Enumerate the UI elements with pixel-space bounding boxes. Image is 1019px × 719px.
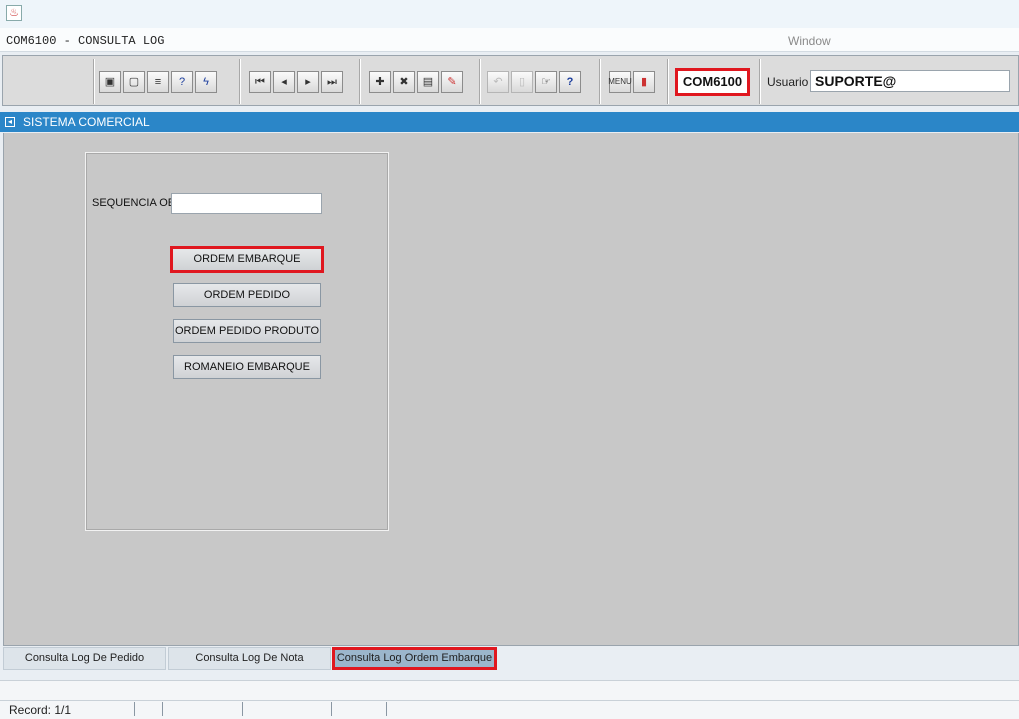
print-icon[interactable]: ≡	[147, 71, 169, 93]
edit-icon[interactable]: ✎	[441, 71, 463, 93]
save-icon[interactable]: ▣	[99, 71, 121, 93]
ordem-pedido-produto-button[interactable]: ORDEM PEDIDO PRODUTO	[173, 319, 321, 343]
window-menu-icon[interactable]: ◂	[5, 117, 15, 127]
toolbar-separator	[479, 59, 481, 104]
exit-icon[interactable]: ▮	[633, 71, 655, 93]
toolbar-separator	[599, 59, 601, 104]
tab-consulta-log-nota[interactable]: Consulta Log De Nota	[168, 647, 331, 670]
title-bar	[0, 0, 1019, 28]
status-bar	[0, 700, 1019, 719]
menu-icon[interactable]: MENU	[608, 71, 632, 93]
help-icon[interactable]: ?	[559, 71, 581, 93]
delete-record-icon[interactable]: ✖	[393, 71, 415, 93]
next-record-icon[interactable]: ▸	[297, 71, 319, 93]
window-icon[interactable]: ▢	[123, 71, 145, 93]
record-status: Record: 1/1	[9, 703, 72, 717]
sequencia-oe-label: SEQUENCIA OE	[92, 197, 176, 209]
status-separator	[242, 702, 243, 716]
toolbar-separator	[759, 59, 761, 104]
toolbar-separator	[93, 59, 95, 104]
lov-icon[interactable]: ▤	[417, 71, 439, 93]
previous-record-icon[interactable]: ◂	[273, 71, 295, 93]
tab-consulta-log-ordem-embarque[interactable]: Consulta Log Ordem Embarque	[332, 647, 497, 670]
toolbar-group-navigation: ⏮ ◂ ▸ ⏭	[247, 67, 345, 97]
usuario-label: Usuario	[767, 75, 809, 89]
toolbar-group-file: ▣ ▢ ≡ ? ϟ	[97, 67, 219, 97]
status-separator	[134, 702, 135, 716]
toolbar-separator	[667, 59, 669, 104]
menu-form-title[interactable]: COM6100 - CONSULTA LOG	[6, 34, 164, 48]
tab-consulta-log-pedido[interactable]: Consulta Log De Pedido	[3, 647, 166, 670]
status-separator	[331, 702, 332, 716]
romaneio-embarque-button[interactable]: ROMANEIO EMBARQUE	[173, 355, 321, 379]
toolbar-group-tools: ↶ ▯ ☞ ?	[485, 67, 583, 97]
status-separator	[386, 702, 387, 716]
java-cup-icon[interactable]: ♨	[6, 5, 22, 21]
insert-record-icon[interactable]: ✚	[369, 71, 391, 93]
ordem-embarque-button[interactable]: ORDEM EMBARQUE	[170, 246, 324, 273]
status-separator	[162, 702, 163, 716]
undo-icon[interactable]: ↶	[487, 71, 509, 93]
toolbar-separator	[239, 59, 241, 104]
toolbar-separator	[359, 59, 361, 104]
form-code-field: COM6100	[675, 68, 750, 96]
sequencia-oe-input[interactable]	[171, 193, 322, 214]
tools-icon[interactable]: ☞	[535, 71, 557, 93]
toolbar-group-menu: MENU ▮	[607, 67, 657, 97]
usuario-field[interactable]: SUPORTE@	[810, 70, 1010, 92]
query-help-icon[interactable]: ?	[171, 71, 193, 93]
ordem-pedido-button[interactable]: ORDEM PEDIDO	[173, 283, 321, 307]
clipboard-icon[interactable]: ▯	[511, 71, 533, 93]
window-title: SISTEMA COMERCIAL	[23, 115, 150, 129]
last-record-icon[interactable]: ⏭	[321, 71, 343, 93]
first-record-icon[interactable]: ⏮	[249, 71, 271, 93]
window-header	[0, 112, 1019, 132]
menu-window[interactable]: Window	[788, 34, 831, 48]
execute-icon[interactable]: ϟ	[195, 71, 217, 93]
toolbar-group-records: ✚ ✖ ▤ ✎	[367, 67, 465, 97]
